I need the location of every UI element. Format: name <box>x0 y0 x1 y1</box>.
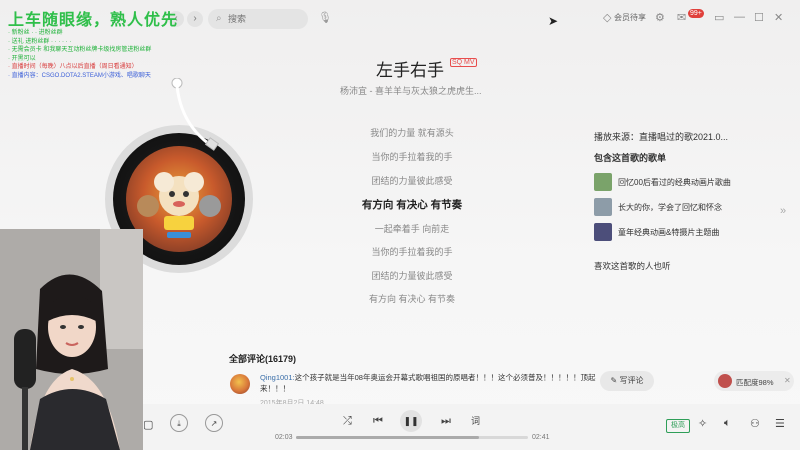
message-icon[interactable]: ✉ <box>677 11 686 24</box>
close-icon[interactable]: ✕ <box>774 11 783 24</box>
total-time: 02:41 <box>532 434 550 441</box>
chevron-right-icon[interactable]: » <box>780 205 786 217</box>
pause-icon: ❚❚ <box>403 416 419 426</box>
match-avatar <box>718 374 732 388</box>
current-time: 02:03 <box>275 434 293 441</box>
progress-bar[interactable] <box>296 436 528 439</box>
volume-icon[interactable]: 🔈︎ <box>724 417 731 430</box>
play-source[interactable]: 播放来源：直播唱过的歌2021.0... <box>594 130 728 143</box>
stream-overlay-info: · 新粉丝 · · 进粉丝群 · 送礼 进粉丝群 · · · · · · · 无… <box>8 29 188 81</box>
tonearm <box>171 78 220 151</box>
lyric-line[interactable]: 我们的力量 就有源头 <box>312 126 512 139</box>
share-button[interactable]: ↗ <box>205 414 223 432</box>
next-icon[interactable]: ⏭ <box>441 415 451 428</box>
lyrics-toggle-button[interactable]: 词 <box>471 414 480 427</box>
playlist-item[interactable]: 童年经典动画&特摄片主题曲 <box>594 223 784 241</box>
comment-count-icon[interactable]: ▢ <box>143 418 153 431</box>
message-badge: 99+ <box>688 9 704 18</box>
overlay-line: · 直播内容：CSGO.DOTA2.STEAM小游戏、唱歌聊天 <box>8 72 151 79</box>
lyric-line[interactable]: 当你的手拉着我的手 <box>312 150 512 163</box>
song-artist[interactable]: 杨沛宜 - 喜羊羊与灰太狼之虎虎生... <box>340 84 482 97</box>
mouse-cursor-icon: ➤ <box>548 14 559 28</box>
match-label: 匹配度98% <box>736 378 774 387</box>
download-button[interactable]: ⤓ <box>170 414 188 432</box>
download-icon: ⤓ <box>177 419 181 428</box>
maximize-icon[interactable]: ☐ <box>754 11 764 24</box>
overlay-line: · 新粉丝 · · 进粉丝群 <box>8 30 63 36</box>
search-input[interactable] <box>228 9 304 29</box>
previous-icon[interactable]: ⏮ <box>373 415 383 428</box>
lyric-line[interactable]: 团结的力量彼此感受 <box>312 174 512 187</box>
playlist-thumbnail <box>594 198 612 216</box>
playlist-item[interactable]: 长大的你，学会了回忆和怀念 <box>594 198 784 216</box>
playlist-label: 回忆00后看过的经典动画片歌曲 <box>618 178 731 187</box>
overlay-line: · 送礼 进粉丝群 · · · · · · <box>8 38 72 45</box>
stream-overlay-title: 上车随眼缘，熟人优先 <box>8 12 179 29</box>
playlist-item[interactable]: 回忆00后看过的经典动画片歌曲 <box>594 173 784 191</box>
shuffle-icon[interactable]: ⤮ <box>343 415 352 428</box>
song-title: 左手右手 <box>376 61 444 80</box>
webcam-overlay <box>0 229 143 450</box>
overlay-line: · 开黑可以 <box>8 55 36 62</box>
lyric-line[interactable]: 一起牵着手 向前走 <box>312 222 512 235</box>
listen-together-icon[interactable]: ⚇ <box>750 417 760 430</box>
comment-username[interactable]: Qing1001: <box>260 373 295 382</box>
overlay-line: · 无需会员卡 和我聊天互动粉丝牌卡级找房管进粉丝群 <box>8 47 152 54</box>
music-app-window: ‹ › ⌕ 🎙︎ ➤ ◇ 会员待享 ⚙ ✉ 99+ ▭ — ☐ ✕ 左手右手 S… <box>0 0 800 450</box>
search-box[interactable]: ⌕ <box>208 9 308 29</box>
vip-icon[interactable]: ◇ <box>603 11 611 24</box>
playlist-thumbnail <box>594 173 612 191</box>
vip-label[interactable]: 会员待享 <box>614 12 646 23</box>
pause-button[interactable]: ❚❚ <box>400 410 422 432</box>
forward-button[interactable]: › <box>187 11 203 27</box>
quality-mv-tag[interactable]: SQ MV <box>450 58 477 67</box>
settings-icon[interactable]: ⚙ <box>655 11 665 24</box>
playlist-queue-icon[interactable]: ☰ <box>775 417 785 430</box>
playlist-label: 童年经典动画&特摄片主题曲 <box>618 228 720 237</box>
share-icon: ↗ <box>210 419 218 428</box>
playlist-label: 长大的你，学会了回忆和怀念 <box>618 203 722 212</box>
microphone-icon[interactable]: 🎙︎ <box>318 11 332 24</box>
comments-heading: 全部评论(16179) <box>229 354 297 364</box>
minimize-icon[interactable]: — <box>734 11 745 23</box>
lyric-line[interactable]: 有方向 有决心 有节奏 <box>312 292 512 305</box>
write-comment-button[interactable]: ✎ 写评论 <box>600 371 654 391</box>
progress-fill <box>296 436 480 439</box>
lyric-line-current[interactable]: 有方向 有决心 有节奏 <box>312 197 512 212</box>
related-listeners-heading[interactable]: 喜欢这首歌的人也听 <box>594 260 671 272</box>
avatar[interactable] <box>230 374 250 394</box>
comment-body: Qing1001:这个孩子就是当年08年奥运会开幕式歌唱祖国的原唱者！！！这个必… <box>260 372 600 394</box>
close-icon[interactable]: ✕ <box>784 376 791 385</box>
streamer-video <box>0 229 143 450</box>
playlist-thumbnail <box>594 223 612 241</box>
overlay-line: · 直播时间（每晚）八点以后直播（周日看通知） <box>8 64 138 71</box>
lyric-line[interactable]: 当你的手拉着我的手 <box>312 245 512 258</box>
search-icon: ⌕ <box>216 13 222 24</box>
match-badge[interactable]: 匹配度98% ✕ <box>714 371 794 391</box>
lyric-line[interactable]: 团结的力量彼此感受 <box>312 269 512 282</box>
write-comment-label: 写评论 <box>619 376 644 385</box>
mini-player-icon[interactable]: ▭ <box>714 11 724 24</box>
comment-text: 这个孩子就是当年08年奥运会开幕式歌唱祖国的原唱者！！！这个必须普及！！！！！顶… <box>260 373 596 393</box>
effects-icon[interactable]: ✧ <box>698 417 707 430</box>
sound-quality-button[interactable]: 极高 <box>666 419 690 433</box>
playlist-heading: 包含这首歌的歌单 <box>594 153 667 163</box>
